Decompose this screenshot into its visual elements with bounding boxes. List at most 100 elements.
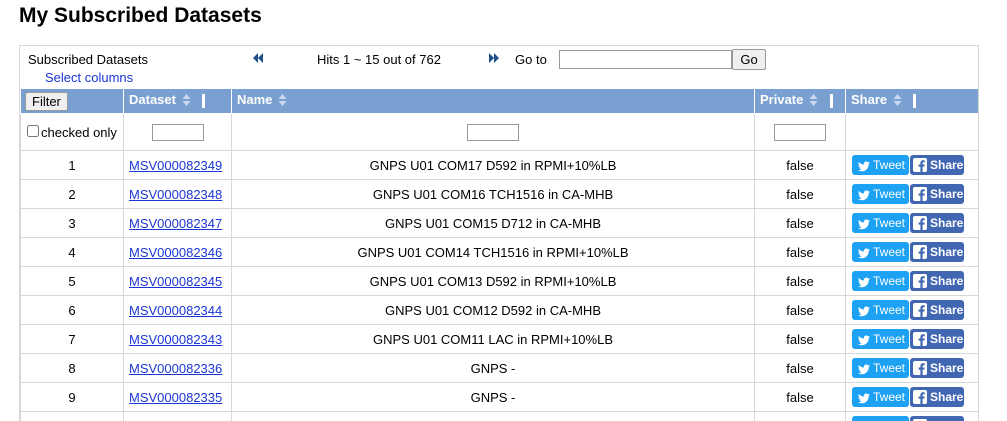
sort-icon[interactable] [893, 93, 902, 110]
table-row: 2 MSV000082348 GNPS U01 COM16 TCH1516 in C… [20, 179, 978, 209]
facebook-share-button[interactable]: Share [910, 416, 964, 421]
dataset-cell: MSV000082335 [123, 382, 232, 412]
column-resize-handle[interactable] [913, 94, 917, 109]
dataset-link[interactable]: MSV000082345 [129, 274, 222, 289]
column-resize-handle[interactable] [202, 94, 206, 109]
share-cell: Tweet Share [845, 237, 978, 267]
go-button[interactable]: Go [732, 49, 766, 70]
double-chevron-left-icon[interactable] [252, 52, 264, 67]
twitter-icon [858, 306, 870, 317]
column-label: Private [760, 92, 804, 108]
table-row: 10MSV000082331GNPS - 3D_PlantOmics_Blues… [20, 411, 978, 421]
facebook-icon [913, 245, 927, 259]
datasets-panel: Subscribed Datasets Select columns Hits … [19, 45, 979, 421]
column-header-private[interactable]: Private [754, 88, 846, 114]
private-value: false [754, 208, 846, 238]
dataset-link[interactable]: MSV000082346 [129, 245, 222, 260]
tweet-button[interactable]: Tweet [852, 242, 909, 262]
tweet-button[interactable]: Tweet [852, 300, 909, 320]
private-value: false [754, 324, 846, 354]
twitter-icon [858, 393, 870, 404]
filter-header: Filter [20, 88, 124, 114]
header-row: Filter Dataset Name Private Share [20, 88, 978, 114]
facebook-share-button[interactable]: Share [910, 358, 964, 378]
dataset-link[interactable]: MSV000082335 [129, 390, 222, 405]
name-filter-input[interactable] [467, 123, 519, 141]
row-index: 3 [20, 208, 124, 238]
tweet-label: Tweet [873, 303, 906, 317]
tweet-button[interactable]: Tweet [852, 184, 909, 204]
hits-counter: Hits 1 ~ 15 out of 762 [317, 52, 441, 67]
double-chevron-right-icon[interactable] [488, 52, 500, 67]
column-label: Share [851, 92, 888, 108]
dataset-cell: MSV000082346 [123, 237, 232, 267]
dataset-link[interactable]: MSV000082344 [129, 303, 222, 318]
column-header-dataset[interactable]: Dataset [123, 88, 232, 114]
private-filter-input[interactable] [774, 123, 826, 141]
dataset-cell: MSV000082349 [123, 150, 232, 180]
facebook-share-button[interactable]: Share [910, 242, 964, 262]
filter-button[interactable]: Filter [25, 91, 68, 111]
twitter-icon [858, 161, 870, 172]
private-value: false [754, 353, 846, 383]
share-label: Share [930, 332, 964, 346]
checked-only-checkbox[interactable] [27, 124, 40, 137]
dataset-filter-input[interactable] [151, 123, 204, 141]
column-header-name[interactable]: Name [231, 88, 755, 114]
goto-page-input[interactable] [559, 50, 732, 69]
tweet-label: Tweet [873, 187, 906, 201]
facebook-share-button[interactable]: Share [910, 300, 964, 320]
select-columns-link[interactable]: Select columns [45, 70, 133, 85]
tweet-label: Tweet [873, 390, 906, 404]
facebook-share-button[interactable]: Share [910, 329, 964, 349]
dataset-link[interactable]: MSV000082347 [129, 216, 222, 231]
twitter-icon [858, 277, 870, 288]
table-row: 1 MSV000082349 GNPS U01 COM17 D592 in RPMI… [20, 150, 978, 180]
filter-row: checked only [20, 113, 978, 151]
share-cell: Tweet Share [845, 208, 978, 238]
dataset-name: GNPS U01 COM11 LAC in RPMI+10%LB [231, 324, 755, 354]
dataset-cell: MSV000082336 [123, 353, 232, 383]
share-label: Share [930, 303, 964, 317]
dataset-name: GNPS - [231, 353, 755, 383]
dataset-name: GNPS U01 COM13 D592 in RPMI+10%LB [231, 266, 755, 296]
table-row: 5 MSV000082345 GNPS U01 COM13 D592 in RPMI… [20, 266, 978, 296]
share-label: Share [930, 187, 964, 201]
tweet-button[interactable]: Tweet [852, 155, 909, 175]
facebook-share-button[interactable]: Share [910, 184, 964, 204]
facebook-share-button[interactable]: Share [910, 155, 964, 175]
column-resize-handle[interactable] [829, 94, 833, 109]
dataset-link[interactable]: MSV000082348 [129, 187, 222, 202]
name-filter-cell [231, 113, 755, 151]
dataset-cell: MSV000082343 [123, 324, 232, 354]
dataset-link[interactable]: MSV000082343 [129, 332, 222, 347]
private-value: false [754, 411, 846, 421]
facebook-share-button[interactable]: Share [910, 213, 964, 233]
sort-icon[interactable] [278, 93, 287, 110]
sort-icon[interactable] [809, 93, 818, 110]
tweet-label: Tweet [873, 216, 906, 230]
tweet-button[interactable]: Tweet [852, 271, 909, 291]
facebook-icon [913, 187, 927, 201]
tweet-button[interactable]: Tweet [852, 416, 909, 421]
facebook-share-button[interactable]: Share [910, 387, 964, 407]
share-cell: Tweet Share [845, 295, 978, 325]
column-header-share[interactable]: Share [845, 88, 978, 114]
tweet-button[interactable]: Tweet [852, 329, 909, 349]
twitter-icon [858, 248, 870, 259]
share-label: Share [930, 245, 964, 259]
private-filter-cell [754, 113, 846, 151]
dataset-link[interactable]: MSV000082336 [129, 361, 222, 376]
share-cell: Tweet Share [845, 353, 978, 383]
dataset-link[interactable]: MSV000082349 [129, 158, 222, 173]
private-value: false [754, 150, 846, 180]
tweet-button[interactable]: Tweet [852, 358, 909, 378]
facebook-share-button[interactable]: Share [910, 271, 964, 291]
sort-icon[interactable] [182, 93, 191, 110]
dataset-cell: MSV000082345 [123, 266, 232, 296]
private-value: false [754, 382, 846, 412]
table-row: 8 MSV000082336 GNPS - false Tweet Share [20, 353, 978, 383]
tweet-button[interactable]: Tweet [852, 387, 909, 407]
tweet-button[interactable]: Tweet [852, 213, 909, 233]
goto-label: Go to [515, 52, 547, 67]
